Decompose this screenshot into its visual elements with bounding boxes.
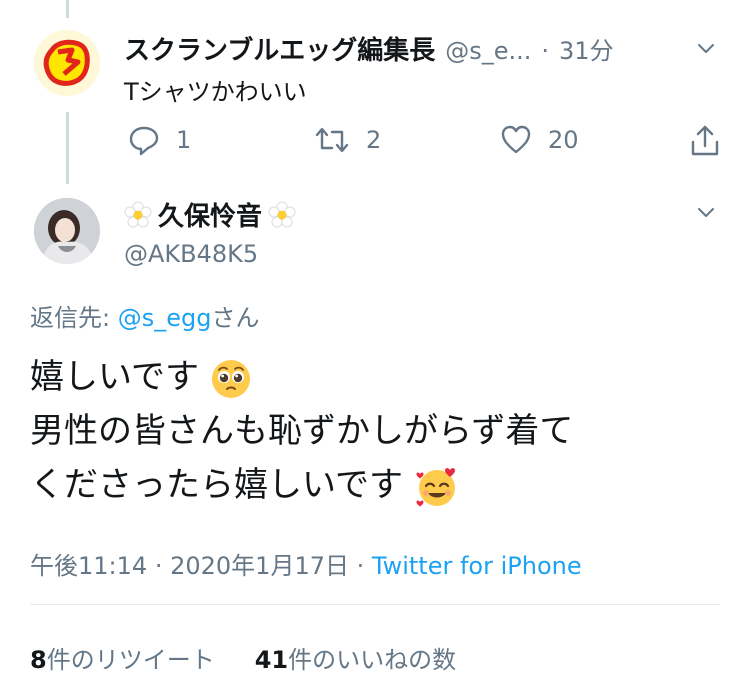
chevron-down-icon[interactable] — [696, 202, 716, 222]
egg-logo-icon — [34, 30, 100, 96]
tweet-line: 嬉しいです — [30, 350, 573, 404]
like-icon — [501, 125, 531, 154]
like-stat[interactable]: 41件のいいねの数 — [255, 640, 456, 675]
replying-to: 返信先: @s_eggさん — [30, 298, 259, 333]
tweet-meta: 午後11:14 · 2020年1月17日 · Twitter for iPhon… — [30, 546, 582, 581]
timestamp[interactable]: 31分 — [559, 31, 614, 66]
author-name-row[interactable]: 久保怜音 — [124, 196, 296, 233]
tweet-source-link[interactable]: Twitter for iPhone — [372, 552, 582, 580]
flower-emoji — [268, 201, 296, 227]
separator-dot: · — [154, 552, 163, 580]
avatar[interactable] — [34, 30, 100, 96]
tweet-line-text: くださったら嬉しいです — [30, 465, 403, 505]
like-stat-count: 41 — [254, 646, 289, 674]
pleading-face-emoji — [211, 359, 250, 398]
smiling-face-with-hearts-emoji — [416, 467, 455, 506]
handle[interactable]: @s_e... — [445, 37, 531, 65]
retweet-stat-label: 件のリツイート — [46, 646, 215, 674]
reply-count: 1 — [176, 126, 192, 154]
retweet-count: 2 — [366, 126, 382, 154]
engagement-stats: 8件のリツイート 41件のいいねの数 — [30, 640, 456, 675]
like-count: 20 — [548, 126, 579, 154]
handle[interactable]: @AKB48K5 — [124, 240, 258, 268]
reply-handle-link[interactable]: @s_egg — [118, 304, 212, 332]
reply-button[interactable]: 1 — [128, 124, 191, 156]
retweet-icon — [315, 127, 349, 153]
chevron-down-icon[interactable] — [696, 38, 716, 58]
tweet-date[interactable]: 2020年1月17日 — [170, 552, 349, 580]
display-name[interactable]: スクランブルエッグ編集長 — [124, 30, 435, 67]
replying-to-label: 返信先: — [30, 304, 111, 332]
retweet-stat-count: 8 — [30, 646, 47, 674]
profile-photo — [34, 198, 100, 264]
separator-dot: · — [541, 37, 550, 65]
thread-line-connector — [66, 112, 69, 184]
tweet-time[interactable]: 午後11:14 — [30, 552, 147, 580]
tweet-body: 嬉しいです 男性の皆さんも恥ずかしがらず着て くださったら嬉しいです — [30, 350, 573, 512]
retweet-button[interactable]: 2 — [314, 124, 381, 156]
share-icon[interactable] — [688, 124, 722, 158]
flower-emoji — [124, 201, 152, 227]
tweet-line-text: 男性の皆さんも恥ずかしがらず着て — [30, 411, 574, 451]
tweet-header: スクランブルエッグ編集長 @s_e... · 31分 — [124, 30, 684, 67]
tweet-line-text: 嬉しいです — [30, 357, 199, 397]
like-button[interactable]: 20 — [500, 124, 579, 156]
reply-suffix: さん — [211, 304, 260, 332]
like-stat-label: 件のいいねの数 — [288, 646, 457, 674]
tweet-line: くださったら嬉しいです — [30, 458, 573, 512]
divider — [30, 604, 720, 605]
tweet-text: Tシャツかわいい — [124, 78, 307, 106]
reply-icon — [129, 126, 159, 156]
separator-dot: · — [356, 552, 365, 580]
display-name: 久保怜音 — [158, 202, 263, 232]
avatar[interactable] — [34, 198, 100, 264]
thread-line-top — [66, 0, 69, 18]
retweet-stat[interactable]: 8件のリツイート — [30, 640, 215, 675]
